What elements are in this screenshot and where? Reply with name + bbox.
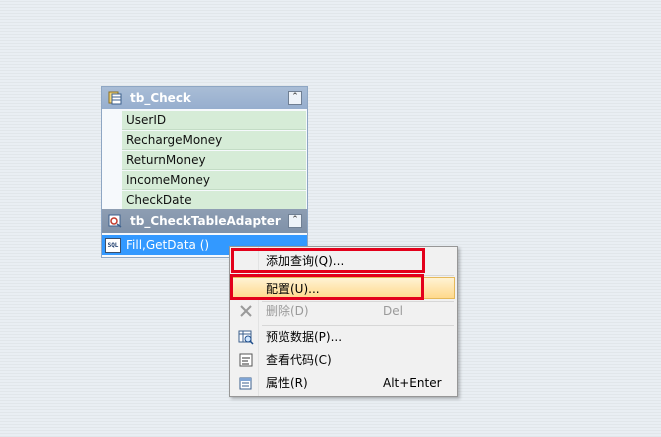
annotation-box-add-query [231, 248, 425, 273]
properties-icon [239, 377, 252, 390]
column-row-rechargemoney[interactable]: RechargeMoney [122, 131, 306, 150]
tableadapter-icon [108, 214, 122, 228]
datatable-header[interactable]: tb_Check ⌃ [102, 87, 307, 109]
annotation-box-configure [230, 274, 424, 300]
sql-icon: SQL [105, 238, 121, 253]
column-row-userid[interactable]: UserID [122, 111, 306, 130]
preview-data-icon [238, 330, 254, 345]
menu-item-preview-data[interactable]: 预览数据(P)... [232, 326, 455, 348]
view-code-icon [239, 353, 253, 367]
menu-item-properties[interactable]: 属性(R) Alt+Enter [232, 372, 455, 394]
menu-item-label: 属性(R) [266, 376, 308, 390]
menu-item-view-code[interactable]: 查看代码(C) [232, 349, 455, 371]
tableadapter-title: tb_CheckTableAdapter [130, 214, 281, 228]
row-gutter [102, 111, 122, 207]
menu-item-label: 查看代码(C) [266, 353, 332, 367]
query-label: Fill,GetData () [126, 238, 210, 252]
collapse-adapter-button[interactable]: ⌃ [288, 214, 302, 228]
menu-item-label: 预览数据(P)... [266, 330, 343, 344]
column-row-checkdate[interactable]: CheckDate [122, 191, 306, 210]
menu-item-delete[interactable]: 删除(D) Del [232, 300, 455, 322]
datatable-title: tb_Check [130, 91, 191, 105]
datatable-tb-check[interactable]: tb_Check ⌃ UserID RechargeMoney ReturnMo… [101, 86, 308, 258]
tableadapter-header[interactable]: tb_CheckTableAdapter ⌃ [102, 209, 307, 233]
menu-item-shortcut: Del [383, 304, 403, 318]
menu-item-label: 删除(D) [266, 304, 309, 318]
table-icon [108, 91, 122, 105]
collapse-datatable-button[interactable]: ⌃ [288, 91, 302, 105]
column-row-incomemoney[interactable]: IncomeMoney [122, 171, 306, 190]
menu-item-shortcut: Alt+Enter [383, 376, 442, 390]
column-row-returnmoney[interactable]: ReturnMoney [122, 151, 306, 170]
column-list: UserID RechargeMoney ReturnMoney IncomeM… [122, 111, 306, 211]
delete-x-icon [240, 305, 252, 317]
